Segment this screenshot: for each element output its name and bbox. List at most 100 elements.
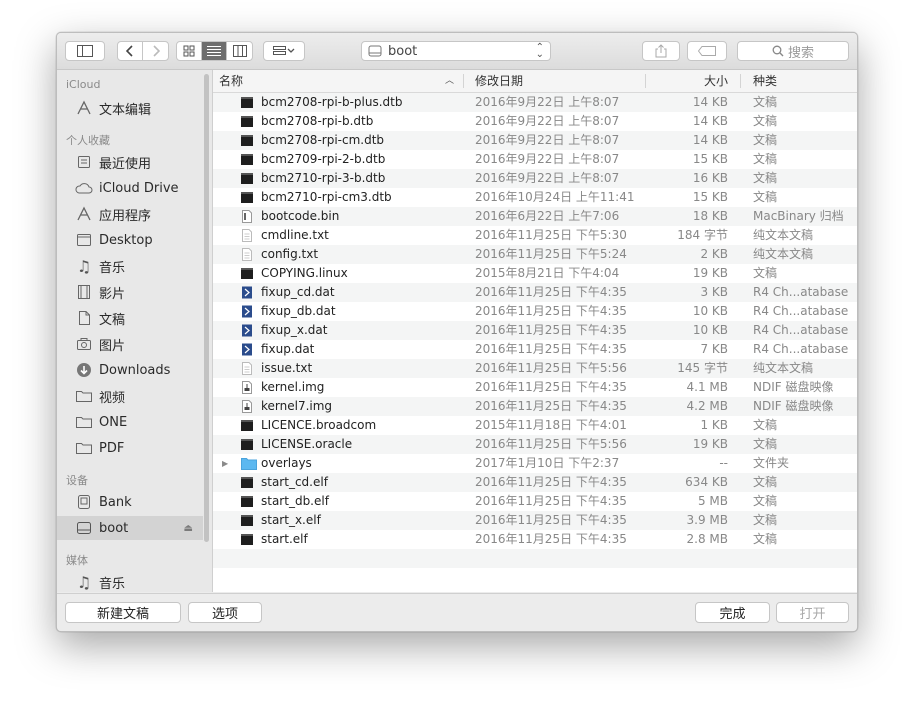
folder-icon	[74, 386, 94, 406]
file-row[interactable]: config.txt 2016年11月25日 下午5:24 2 KB 纯文本文稿	[213, 245, 857, 264]
sidebar-item-label: Downloads	[99, 362, 171, 378]
done-button[interactable]: 完成	[695, 602, 770, 623]
file-row[interactable]: fixup_cd.dat 2016年11月25日 下午4:35 3 KB R4 Ch.…	[213, 283, 857, 302]
documents-icon	[74, 308, 94, 328]
share-icon	[655, 44, 667, 58]
file-date: 2016年11月25日 下午5:56	[475, 437, 627, 451]
grid-icon	[183, 45, 195, 57]
file-size: 3.9 MB	[686, 513, 728, 527]
file-date: 2015年11月18日 下午4:01	[475, 418, 627, 432]
sidebar-item-bank[interactable]: Bank	[57, 490, 203, 514]
search-field[interactable]: 搜索	[737, 41, 849, 61]
file-kind: 纯文本文稿	[753, 247, 814, 261]
empty-row	[213, 568, 857, 587]
sidebar-scrollbar[interactable]	[204, 74, 209, 542]
file-date: 2016年11月25日 下午4:35	[475, 399, 627, 413]
sidebar-item-label: 应用程序	[99, 208, 152, 224]
file-kind: 纯文本文稿	[753, 228, 814, 242]
sidebar-toggle-button[interactable]	[65, 41, 105, 61]
file-row[interactable]: ▶ overlays 2017年1月10日 下午2:37 -- 文件夹	[213, 454, 857, 473]
file-row[interactable]: fixup_x.dat 2016年11月25日 下午4:35 10 KB R4 Ch.…	[213, 321, 857, 340]
sidebar-item-music[interactable]: ♫ 音乐	[57, 254, 203, 278]
file-row[interactable]: start_cd.elf 2016年11月25日 下午4:35 634 KB 文稿	[213, 473, 857, 492]
column-size-header[interactable]: 大小	[704, 70, 728, 92]
eject-icon[interactable]: ⏏	[184, 523, 193, 534]
file-row[interactable]: bcm2710-rpi-cm3.dtb 2016年10月24日 上午11:41 15…	[213, 188, 857, 207]
file-size: 10 KB	[692, 304, 728, 318]
file-row[interactable]: bcm2709-rpi-2-b.dtb 2016年9月22日 上午8:07 15 K…	[213, 150, 857, 169]
tag-button[interactable]	[687, 41, 727, 61]
file-row[interactable]: LICENCE.broadcom 2015年11月18日 下午4:01 1 KB 文稿	[213, 416, 857, 435]
sidebar-item-videos[interactable]: 视频	[57, 384, 203, 408]
text-file-icon	[241, 229, 253, 242]
file-kind: 文稿	[753, 475, 778, 489]
file-size: 18 KB	[692, 209, 728, 223]
file-kind: 文稿	[753, 513, 778, 527]
file-row[interactable]: COPYING.linux 2015年8月21日 下午4:04 19 KB 文稿	[213, 264, 857, 283]
open-button[interactable]: 打开	[776, 602, 849, 623]
file-row[interactable]: start_db.elf 2016年11月25日 下午4:35 5 MB 文稿	[213, 492, 857, 511]
file-row[interactable]: bcm2710-rpi-3-b.dtb 2016年9月22日 上午8:07 16 K…	[213, 169, 857, 188]
file-kind: NDIF 磁盘映像	[753, 380, 834, 394]
file-date: 2017年1月10日 下午2:37	[475, 456, 620, 470]
executable-file-icon	[241, 172, 253, 185]
file-row[interactable]: start_x.elf 2016年11月25日 下午4:35 3.9 MB 文稿	[213, 511, 857, 530]
sort-ascending-icon[interactable]: ︿	[445, 70, 454, 92]
path-popup[interactable]: boot ⌃ ⌄	[361, 41, 551, 61]
file-row[interactable]: fixup.dat 2016年11月25日 下午4:35 7 KB R4 Ch...a…	[213, 340, 857, 359]
sidebar-item-downloads[interactable]: Downloads	[57, 358, 203, 382]
sidebar-item-movies[interactable]: 影片	[57, 280, 203, 304]
sidebar-item-label: PDF	[99, 440, 125, 456]
sidebar-item-applications[interactable]: 应用程序	[57, 202, 203, 226]
sidebar-item-label: Desktop	[99, 232, 153, 248]
icon-view-button[interactable]	[177, 42, 202, 60]
sidebar-item-pictures[interactable]: 图片	[57, 332, 203, 356]
file-date: 2016年9月22日 上午8:07	[475, 171, 620, 185]
executable-file-icon	[241, 191, 253, 204]
path-label: boot	[388, 43, 418, 59]
file-date: 2016年10月24日 上午11:41	[475, 190, 635, 204]
forward-button[interactable]	[143, 42, 168, 60]
sidebar-item-label: iCloud Drive	[99, 180, 179, 196]
file-kind: 文稿	[753, 190, 778, 204]
sidebar-item-pdf[interactable]: PDF	[57, 436, 203, 460]
file-row[interactable]: bcm2708-rpi-b.dtb 2016年9月22日 上午8:07 14 KB 文…	[213, 112, 857, 131]
file-name: bcm2710-rpi-cm3.dtb	[261, 190, 392, 204]
disclosure-triangle-icon[interactable]: ▶	[222, 454, 228, 473]
sidebar-item-media-music[interactable]: ♫ 音乐	[57, 570, 203, 592]
column-name-header[interactable]: 名称	[219, 70, 243, 92]
file-row[interactable]: LICENSE.oracle 2016年11月25日 下午5:56 19 KB 文稿	[213, 435, 857, 454]
back-button[interactable]	[118, 42, 143, 60]
column-date-header[interactable]: 修改日期	[475, 70, 523, 92]
chevron-right-icon	[152, 45, 160, 57]
list-view-button[interactable]	[202, 42, 227, 60]
sidebar-item-desktop[interactable]: Desktop	[57, 228, 203, 252]
file-row[interactable]: bootcode.bin 2016年6月22日 上午7:06 18 KB MacBin…	[213, 207, 857, 226]
file-row[interactable]: kernel7.img 2016年11月25日 下午4:35 4.2 MB NDIF …	[213, 397, 857, 416]
sidebar-item-documents[interactable]: 文稿	[57, 306, 203, 330]
file-name: bcm2708-rpi-b.dtb	[261, 114, 374, 128]
file-row[interactable]: cmdline.txt 2016年11月25日 下午5:30 184 字节 纯文本文稿	[213, 226, 857, 245]
options-button[interactable]: 选项	[188, 602, 262, 623]
file-row[interactable]: bcm2708-rpi-b-plus.dtb 2016年9月22日 上午8:07 1…	[213, 93, 857, 112]
file-row[interactable]: start.elf 2016年11月25日 下午4:35 2.8 MB 文稿	[213, 530, 857, 549]
file-row[interactable]: kernel.img 2016年11月25日 下午4:35 4.1 MB NDIF 磁…	[213, 378, 857, 397]
cloud-icon	[74, 178, 94, 198]
file-row[interactable]: fixup_db.dat 2016年11月25日 下午4:35 10 KB R4 Ch…	[213, 302, 857, 321]
column-view-button[interactable]	[227, 42, 252, 60]
sidebar-item-icloud-drive[interactable]: iCloud Drive	[57, 176, 203, 200]
sidebar-item-textedit[interactable]: 文本编辑	[57, 96, 203, 120]
file-size: 19 KB	[692, 437, 728, 451]
sidebar-item-recents[interactable]: 最近使用	[57, 150, 203, 174]
file-row[interactable]: issue.txt 2016年11月25日 下午5:56 145 字节 纯文本文稿	[213, 359, 857, 378]
sidebar-item-one[interactable]: ONE	[57, 410, 203, 434]
sidebar-item-boot[interactable]: boot ⏏	[57, 516, 203, 540]
share-button[interactable]	[642, 41, 680, 61]
recents-icon	[74, 152, 94, 172]
column-kind-header[interactable]: 种类	[753, 70, 777, 92]
chevron-left-icon	[126, 45, 133, 57]
file-name: config.txt	[261, 247, 319, 261]
new-document-button[interactable]: 新建文稿	[65, 602, 181, 623]
arrange-menu-button[interactable]	[263, 41, 305, 61]
file-row[interactable]: bcm2708-rpi-cm.dtb 2016年9月22日 上午8:07 14 KB…	[213, 131, 857, 150]
